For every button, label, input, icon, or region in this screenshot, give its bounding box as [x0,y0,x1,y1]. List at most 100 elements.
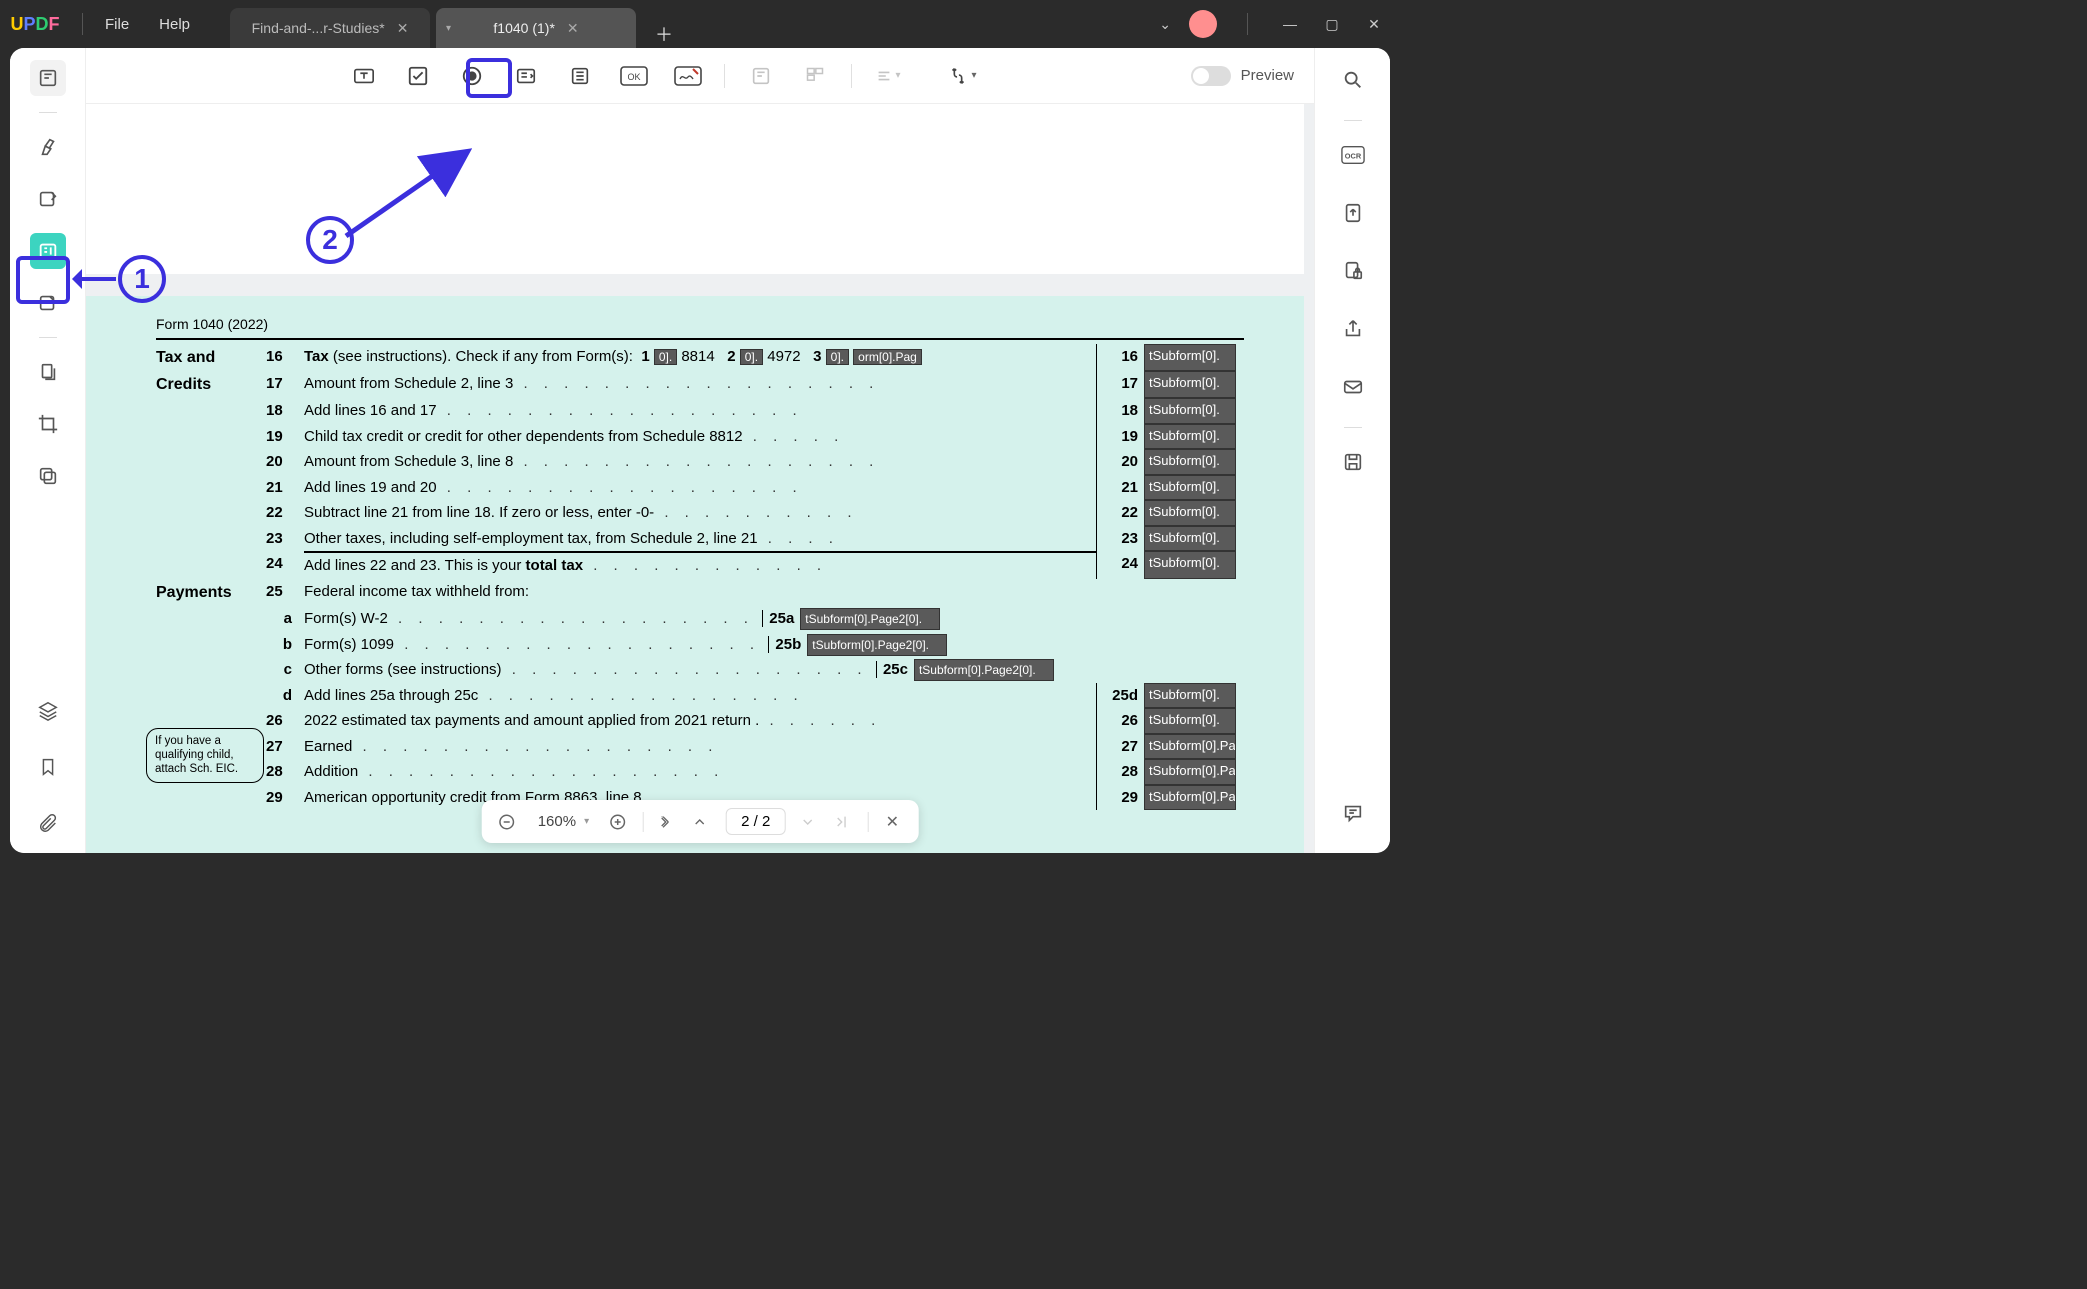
new-tab-button[interactable]: ＋ [650,20,678,48]
sub-letter: b [266,632,304,658]
text-field-icon[interactable] [346,58,382,94]
line-desc: Add lines 22 and 23. This is your total … [304,551,1096,579]
maximize-button[interactable]: ▢ [1320,16,1344,33]
close-nav-button[interactable]: ✕ [882,812,902,832]
close-icon[interactable]: ✕ [567,20,579,37]
email-icon[interactable] [1335,369,1371,405]
export-icon[interactable] [1335,195,1371,231]
right-rail: OCR [1314,48,1390,853]
layers-icon[interactable] [30,693,66,729]
form-field[interactable]: tSubform[0]. [1144,449,1236,475]
bookmark-icon[interactable] [30,749,66,785]
form-tool-icon[interactable] [30,233,66,269]
minimize-button[interactable]: — [1278,16,1302,32]
form-field[interactable]: tSubform[0]. [1144,683,1236,709]
tab-label: f1040 (1)* [493,20,554,36]
first-page-button[interactable] [658,814,678,830]
preview-label: Preview [1241,67,1294,84]
form-field[interactable]: tSubform[0]. [1144,371,1236,398]
prev-page-button[interactable] [692,814,712,830]
line-number: 23 [266,526,304,552]
zoom-value[interactable]: 160% ▾ [532,813,595,830]
form-field[interactable]: tSubform[0]. [1144,398,1236,424]
tab-0[interactable]: Find-and-...r-Studies* ✕ [230,8,430,48]
section-col: Tax and [156,344,266,371]
next-page-button[interactable] [799,814,819,830]
app-logo: UPDF [0,14,70,35]
divider [39,337,57,338]
digital-signature-icon[interactable] [670,58,706,94]
align-icon[interactable]: ▾ [870,58,906,94]
line-number-right: 19 [1096,424,1144,450]
center-panel: OK ▾ ▾ Preview [86,48,1314,853]
image-field-icon[interactable] [743,58,779,94]
form-field[interactable]: tSubform[0]. [1144,708,1236,734]
empty [1144,657,1244,683]
divider [1247,13,1248,35]
line-number: 24 [266,551,304,579]
checkbox-icon[interactable] [400,58,436,94]
divider [1344,427,1362,428]
edit-text-tool-icon[interactable] [30,181,66,217]
divider [156,338,1244,340]
chevron-down-icon[interactable]: ⌄ [1159,16,1171,33]
form-field[interactable]: tSubform[0]. [1144,551,1236,579]
preview-toggle[interactable]: Preview [1191,66,1294,86]
dropdown-icon[interactable] [508,58,544,94]
search-icon[interactable] [1335,62,1371,98]
document-viewport[interactable]: Form 1040 (2022) Tax and16Tax (see instr… [86,104,1314,853]
date-field-icon[interactable] [797,58,833,94]
last-page-button[interactable] [833,814,853,830]
section-col [156,398,266,424]
close-button[interactable]: ✕ [1362,16,1386,33]
zoom-out-button[interactable] [498,813,518,831]
empty [1096,606,1144,632]
crop-tool-icon[interactable] [30,406,66,442]
document-content: Form 1040 (2022) Tax and16Tax (see instr… [86,296,1304,853]
form-field[interactable]: tSubform[0]. [1144,500,1236,526]
watermark-tool-icon[interactable] [30,458,66,494]
section-col [156,475,266,501]
form-field[interactable]: tSubform[0].Page2[0]. [1144,759,1236,785]
attachment-icon[interactable] [30,805,66,841]
protect-icon[interactable] [1335,253,1371,289]
form-field[interactable]: tSubform[0]. [1144,526,1236,552]
tab-strip: Find-and-...r-Studies* ✕ ▾ f1040 (1)* ✕ … [230,0,678,48]
form-field[interactable]: tSubform[0].Page2[0]. [1144,785,1236,811]
avatar[interactable] [1189,10,1217,38]
close-icon[interactable]: ✕ [397,20,409,37]
button-field-icon[interactable]: OK [616,58,652,94]
form-field[interactable]: tSubform[0]. [1144,424,1236,450]
tab-1[interactable]: ▾ f1040 (1)* ✕ [436,8,636,48]
sign-tool-icon[interactable] [30,285,66,321]
line-desc: Amount from Schedule 2, line 3 . . . . .… [304,371,1096,398]
eic-note: If you have a qualifying child, attach S… [146,728,264,783]
chevron-down-icon[interactable]: ▾ [446,23,451,34]
sub-letter: d [266,683,304,709]
reader-tool-icon[interactable] [30,60,66,96]
listbox-icon[interactable] [562,58,598,94]
save-icon[interactable] [1335,444,1371,480]
line-number-right: 25d [1096,683,1144,709]
pages-tool-icon[interactable] [30,354,66,390]
form-field[interactable]: tSubform[0].Page2[0]. [1144,734,1236,760]
form-field[interactable]: tSubform[0]. [1144,475,1236,501]
menu-file[interactable]: File [105,16,129,33]
section-col [156,424,266,450]
comment-icon[interactable] [1335,795,1371,831]
section-col [156,500,266,526]
zoom-in-button[interactable] [609,813,629,831]
highlighter-tool-icon[interactable] [30,129,66,165]
divider [643,812,644,832]
line-number: 20 [266,449,304,475]
toggle-switch[interactable] [1191,66,1231,86]
ocr-icon[interactable]: OCR [1335,137,1371,173]
page-input[interactable]: 2 / 2 [726,808,785,835]
line-desc: Other forms (see instructions) . . . . .… [304,657,1096,683]
section-col [156,526,266,552]
form-field[interactable]: tSubform[0]. [1144,344,1236,371]
menu-help[interactable]: Help [159,16,190,33]
share-icon[interactable] [1335,311,1371,347]
radio-icon[interactable] [454,58,490,94]
tools-icon[interactable]: ▾ [944,58,980,94]
